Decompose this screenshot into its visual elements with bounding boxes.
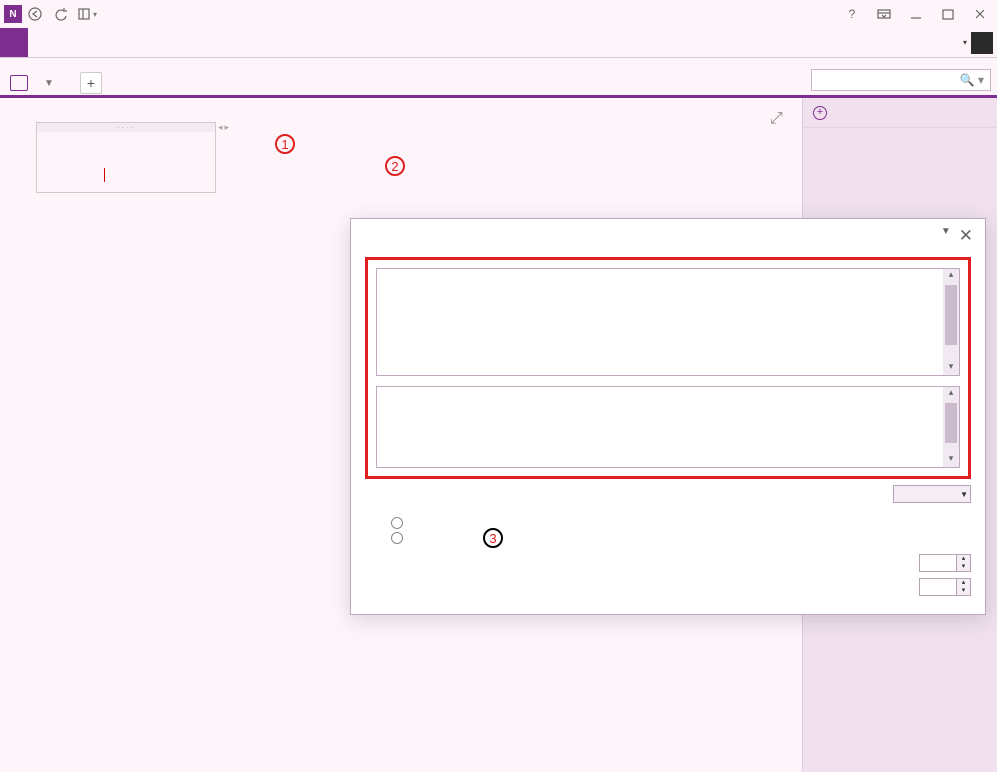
chevron-down-icon: ▼ (44, 78, 54, 89)
file-tab[interactable] (0, 28, 28, 57)
maximize-button[interactable] (935, 4, 961, 24)
annotation-3-highlight: ▴▾ ▴▾ (365, 257, 971, 479)
dock-button[interactable]: ▾ (74, 2, 100, 26)
sequence-listbox[interactable]: ▴▾ (376, 268, 960, 376)
close-button[interactable] (967, 4, 993, 24)
spacing-input[interactable]: ▴▾ (919, 554, 971, 572)
container-handle[interactable]: ···· (36, 122, 216, 132)
annotation-2-badge: 2 (385, 156, 405, 176)
format-scrollbar[interactable]: ▴▾ (943, 387, 959, 467)
section-strip: ▼ + 🔍 ▾ (0, 58, 997, 98)
plus-icon: + (813, 106, 827, 120)
format-listbox[interactable]: ▴▾ (376, 386, 960, 468)
user-menu[interactable]: ▾ (959, 28, 997, 57)
alignment-right-radio[interactable] (391, 532, 971, 544)
alignment-left-radio[interactable] (391, 517, 971, 529)
annotation-1-badge: 1 (275, 134, 295, 154)
ribbon: ▾ (0, 28, 997, 58)
title-bar: N ▾ ? (0, 0, 997, 28)
text-container[interactable]: ···· (36, 122, 216, 193)
change-numbers-combo[interactable]: ▼ (893, 485, 971, 503)
annotation-3-badge: 3 (483, 528, 503, 548)
fullpage-button[interactable]: ⤢ (770, 110, 788, 128)
undo-button[interactable] (48, 2, 74, 26)
dialog-dropdown-icon[interactable]: ▼ (941, 226, 951, 246)
add-page-button[interactable]: + (803, 98, 997, 128)
dialog-titlebar: ▼ ✕ (351, 219, 985, 253)
search-icon: 🔍 ▾ (960, 73, 984, 87)
notebook-picker[interactable]: ▼ (10, 75, 54, 95)
help-button[interactable]: ? (839, 4, 865, 24)
dialog-close-button[interactable]: ✕ (959, 226, 973, 246)
customize-numbering-dialog: ▼ ✕ ▴▾ ▴▾ ▼ (350, 218, 986, 615)
ribbon-toggle-button[interactable] (871, 4, 897, 24)
start-input[interactable]: ▴▾ (919, 578, 971, 596)
minimize-button[interactable] (903, 4, 929, 24)
sequence-scrollbar[interactable]: ▴▾ (943, 269, 959, 375)
search-input[interactable]: 🔍 ▾ (811, 69, 991, 91)
onenote-icon: N (4, 5, 22, 23)
avatar (971, 32, 993, 54)
notebook-icon (10, 75, 28, 91)
add-section-button[interactable]: + (80, 72, 102, 94)
back-button[interactable] (22, 2, 48, 26)
